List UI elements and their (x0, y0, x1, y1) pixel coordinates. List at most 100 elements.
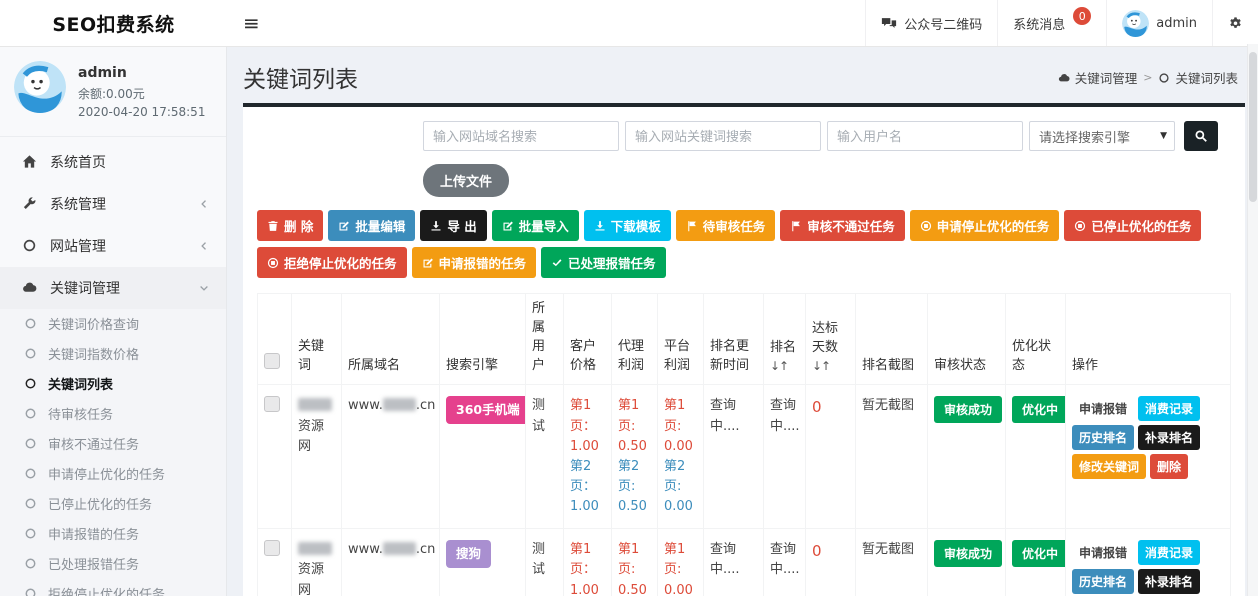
op-button-消费记录[interactable]: 消费记录 (1138, 540, 1200, 565)
op-button-历史排名[interactable]: 历史排名 (1072, 569, 1134, 594)
settings-menu-item[interactable] (1212, 0, 1258, 46)
rank-cell: 查询中.... (764, 385, 806, 529)
action-button-label: 删 除 (284, 216, 313, 235)
stop-icon (1074, 220, 1086, 232)
action-button-待审核任务[interactable]: 待审核任务 (676, 210, 776, 241)
audit-status-cell: 审核成功 (928, 385, 1006, 529)
keyword-cell: 资源网 (292, 529, 342, 596)
table-row: 资源网www..cn360手机端测试第1页：1.00第2页：1.00第1页: 0… (258, 385, 1231, 529)
rank-cell: 查询中.... (764, 529, 806, 596)
user-menu-item[interactable]: admin (1106, 0, 1212, 46)
sidebar-item-系统首页[interactable]: 系统首页 (0, 141, 226, 183)
audit-status-button[interactable]: 审核成功 (934, 396, 1002, 423)
sidebar-subitem-关键词指数价格[interactable]: 关键词指数价格 (0, 339, 226, 369)
sidebar-item-关键词管理[interactable]: 关键词管理 (0, 267, 226, 309)
action-button-申请报错的任务[interactable]: 申请报错的任务 (412, 247, 537, 278)
op-button-删除[interactable]: 删除 (1150, 454, 1188, 479)
col-排名[interactable]: 排名↓↑ (764, 294, 806, 385)
col-优化状态: 优化状态 (1006, 294, 1066, 385)
optimize-status-button[interactable]: 优化中 (1012, 396, 1066, 423)
sort-icon[interactable]: ↓↑ (770, 358, 799, 375)
col-关键词: 关键词 (292, 294, 342, 385)
sidebar-subitem-申请报错的任务[interactable]: 申请报错的任务 (0, 519, 226, 549)
screenshot-cell: 暂无截图 (856, 385, 928, 529)
upload-file-button[interactable]: 上传文件 (423, 164, 509, 197)
sidebar-subitem-待审核任务[interactable]: 待审核任务 (0, 399, 226, 429)
action-button-申请停止优化的任务[interactable]: 申请停止优化的任务 (910, 210, 1060, 241)
sidebar-subitem-拒绝停止优化的任务[interactable]: 拒绝停止优化的任务 (0, 579, 226, 596)
select-all-checkbox[interactable] (264, 353, 280, 369)
keyword-table: 关键词所属域名搜索引擎所属用户客户价格代理利润平台利润排名更新时间排名↓↑达标天… (257, 293, 1231, 596)
sidebar-subitem-审核不通过任务[interactable]: 审核不通过任务 (0, 429, 226, 459)
rank-update-cell: 查询中.... (704, 529, 764, 596)
column-label: 操作 (1072, 358, 1098, 373)
breadcrumb-separator: > (1143, 71, 1152, 84)
op-button-修改关键词[interactable]: 修改关键词 (1072, 454, 1146, 479)
keyword-search-input[interactable] (625, 121, 821, 151)
op-button-申请报错[interactable]: 申请报错 (1072, 396, 1134, 421)
system-messages-item[interactable]: 系统消息 0 (997, 0, 1106, 46)
action-button-已处理报错任务[interactable]: 已处理报错任务 (541, 247, 666, 278)
page2-price: 第2页: 0.50 (618, 459, 647, 514)
op-button-补录排名[interactable]: 补录排名 (1138, 569, 1200, 594)
operations-cell: 申请报错消费记录历史排名补录排名修改关键词删除 (1066, 385, 1231, 529)
sort-icon[interactable]: ↓↑ (812, 358, 849, 375)
avatar (1122, 10, 1149, 37)
row-checkbox[interactable] (264, 540, 280, 556)
sidebar-subitem-已停止优化的任务[interactable]: 已停止优化的任务 (0, 489, 226, 519)
sidebar-subitem-关键词价格查询[interactable]: 关键词价格查询 (0, 309, 226, 339)
op-button-申请报错[interactable]: 申请报错 (1072, 540, 1134, 565)
days-cell: 0 (806, 385, 856, 529)
action-button-下载模板[interactable]: 下载模板 (584, 210, 671, 241)
sidebar-subitem-label: 已停止优化的任务 (48, 494, 152, 513)
sidebar-item-label: 关键词管理 (50, 278, 120, 298)
action-button-删除[interactable]: 删 除 (257, 210, 323, 241)
optimize-status-button[interactable]: 优化中 (1012, 540, 1066, 567)
breadcrumb-item[interactable]: 关键词管理 (1058, 68, 1138, 87)
sidebar-subitem-申请停止优化的任务[interactable]: 申请停止优化的任务 (0, 459, 226, 489)
qrcode-menu-item[interactable]: 公众号二维码 (865, 0, 997, 46)
table-row: 资源网www..cn搜狗测试第1页：1.00第2页：1.00第1页: 0.50第… (258, 529, 1231, 596)
breadcrumb-item[interactable]: 关键词列表 (1158, 68, 1238, 87)
column-label: 排名更新时间 (710, 339, 749, 373)
username-search-input[interactable] (827, 121, 1023, 151)
sidebar-subitem-关键词列表[interactable]: 关键词列表 (0, 369, 226, 399)
op-button-消费记录[interactable]: 消费记录 (1138, 396, 1200, 421)
sidebar-subitem-已处理报错任务[interactable]: 已处理报错任务 (0, 549, 226, 579)
messages-label: 系统消息 (1013, 14, 1065, 33)
scrollbar-thumb[interactable] (1249, 52, 1257, 202)
action-button-批量导入[interactable]: 批量导入 (492, 210, 579, 241)
flag-icon (686, 220, 698, 232)
action-button-批量编辑[interactable]: 批量编辑 (328, 210, 415, 241)
domain-search-input[interactable] (423, 121, 619, 151)
action-button-已停止优化的任务[interactable]: 已停止优化的任务 (1064, 210, 1201, 241)
download-icon (594, 220, 606, 232)
engine-select[interactable]: 请选择搜索引擎 (1029, 121, 1175, 151)
row-checkbox[interactable] (264, 396, 280, 412)
sidebar-toggle-button[interactable]: ≡ (227, 0, 276, 46)
sidebar-item-网站管理[interactable]: 网站管理 (0, 225, 226, 267)
op-button-补录排名[interactable]: 补录排名 (1138, 425, 1200, 450)
action-button-拒绝停止优化的任务[interactable]: 拒绝停止优化的任务 (257, 247, 407, 278)
check-icon (551, 257, 563, 269)
audit-status-button[interactable]: 审核成功 (934, 540, 1002, 567)
page2-price: 第2页: 0.00 (664, 459, 693, 514)
action-button-审核不通过任务[interactable]: 审核不通过任务 (780, 210, 905, 241)
column-label: 排名截图 (862, 358, 914, 373)
platform-profit-cell: 第1页: 0.00第2页: 0.00 (658, 529, 704, 596)
action-button-label: 导 出 (447, 216, 476, 235)
col-所属用户: 所属用户 (526, 294, 564, 385)
op-button-历史排名[interactable]: 历史排名 (1072, 425, 1134, 450)
col-搜索引擎: 搜索引擎 (440, 294, 526, 385)
action-button-导出[interactable]: 导 出 (420, 210, 486, 241)
engine-select-value: 请选择搜索引擎 (1039, 127, 1130, 146)
col-达标天数[interactable]: 达标天数↓↑ (806, 294, 856, 385)
engine-badge: 360手机端 (446, 396, 526, 423)
col-所属域名: 所属域名 (342, 294, 440, 385)
search-button[interactable] (1184, 121, 1218, 151)
col-排名截图: 排名截图 (856, 294, 928, 385)
avatar (14, 61, 66, 113)
sidebar-item-系统管理[interactable]: 系统管理 (0, 183, 226, 225)
column-label: 所属用户 (532, 301, 545, 373)
column-label: 搜索引擎 (446, 358, 498, 373)
